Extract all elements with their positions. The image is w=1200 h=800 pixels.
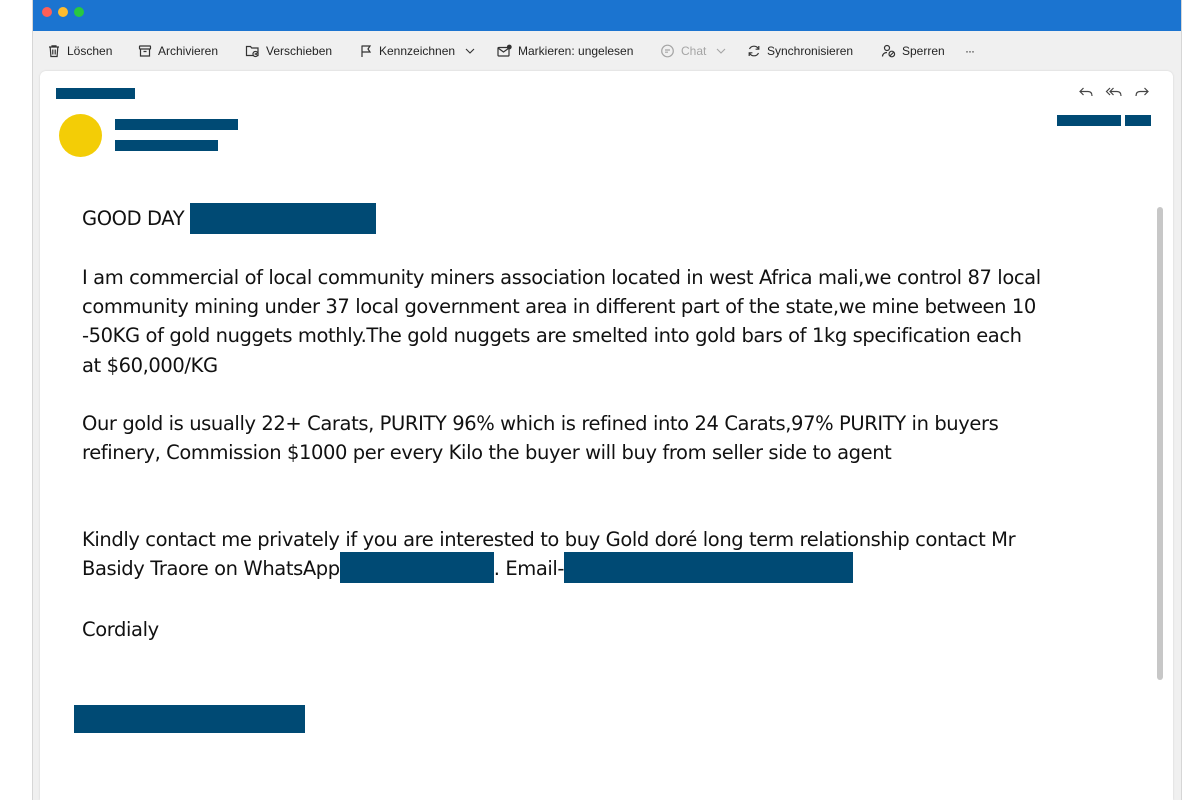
chevron-down-icon[interactable] (716, 48, 726, 54)
sync-label: Synchronisieren (767, 44, 854, 58)
reply-icon[interactable] (1077, 83, 1095, 101)
trash-icon (49, 45, 59, 58)
move-folder-icon (245, 45, 259, 58)
sender-avatar[interactable] (59, 114, 102, 157)
date-redacted (1057, 115, 1121, 126)
move-button[interactable]: Verschieben (245, 37, 332, 65)
more-options-button[interactable]: ··· (965, 37, 975, 65)
paragraph-1: I am commercial of local community miner… (82, 266, 1041, 377)
reply-actions (1077, 83, 1151, 101)
title-bar (33, 0, 1181, 31)
mail-unread-icon (497, 44, 512, 57)
move-label: Verschieben (266, 44, 333, 58)
greeting-line: GOOD DAY (82, 203, 1042, 234)
maximize-window-button[interactable] (74, 7, 84, 17)
close-window-button[interactable] (42, 7, 52, 17)
time-redacted (1125, 115, 1151, 126)
block-icon (881, 44, 896, 58)
signature-redacted (74, 705, 305, 733)
email-address-redacted (564, 552, 854, 584)
scrollbar[interactable] (1157, 207, 1163, 680)
paragraph-3: Kindly contact me privately if you are i… (82, 525, 1042, 585)
greeting-text: GOOD DAY (82, 207, 185, 230)
mark-unread-button[interactable]: Markieren: ungelesen (497, 37, 633, 65)
closing-line: Cordialy (82, 618, 159, 642)
block-label: Sperren (902, 44, 945, 58)
delete-label: Löschen (67, 44, 113, 58)
sync-button[interactable]: Synchronisieren (747, 37, 853, 65)
minimize-window-button[interactable] (58, 7, 68, 17)
reading-pane: GOOD DAY I am commercial of local commun… (40, 71, 1173, 800)
sender-address-redacted (115, 140, 218, 151)
email-prefix-text: . Email- (493, 557, 565, 581)
subject-redacted (56, 88, 135, 99)
forward-icon[interactable] (1133, 83, 1151, 101)
email-body: GOOD DAY I am commercial of local commun… (82, 203, 1042, 645)
mail-window: Löschen Archivieren Verschieben Kennzeic… (32, 0, 1182, 800)
chat-icon (661, 44, 674, 58)
block-button[interactable]: Sperren (881, 37, 945, 65)
chat-button[interactable]: Chat (660, 37, 732, 65)
recipient-name-redacted (190, 203, 377, 234)
archive-label: Archivieren (158, 44, 219, 58)
flag-label: Kennzeichnen (379, 44, 456, 58)
paragraph-2: Our gold is usually 22+ Carats, PURITY 9… (82, 411, 999, 465)
sync-icon (748, 45, 760, 57)
flag-icon (361, 45, 372, 57)
whatsapp-number-redacted (339, 552, 494, 584)
archive-icon (138, 45, 152, 57)
chat-label: Chat (681, 44, 707, 58)
message-toolbar: Löschen Archivieren Verschieben Kennzeic… (33, 31, 1181, 71)
flag-button[interactable]: Kennzeichnen (359, 37, 481, 65)
archive-button[interactable]: Archivieren (138, 37, 218, 65)
reply-all-icon[interactable] (1105, 83, 1123, 101)
chevron-down-icon[interactable] (465, 48, 475, 54)
delete-button[interactable]: Löschen (47, 37, 112, 65)
mark-unread-label: Markieren: ungelesen (518, 44, 634, 58)
more-label: ··· (965, 44, 975, 58)
sender-name-redacted[interactable] (115, 119, 238, 130)
